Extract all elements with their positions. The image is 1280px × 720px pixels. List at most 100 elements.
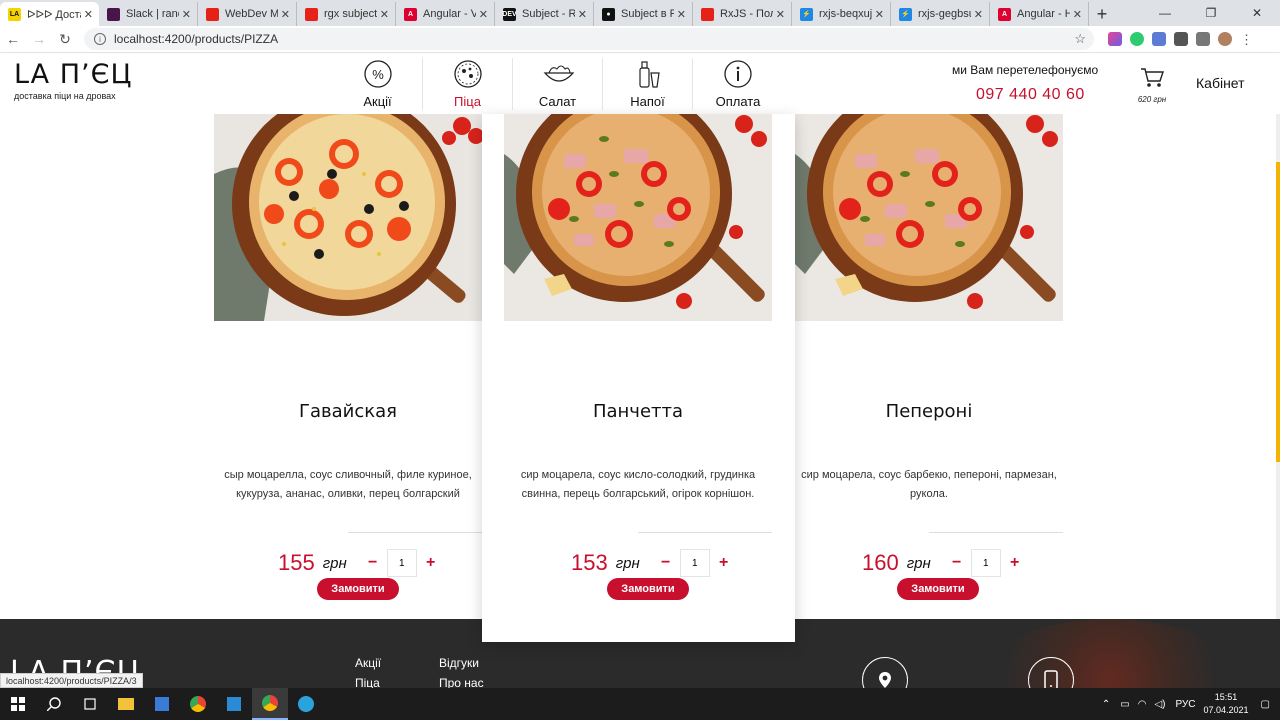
menu-item-salad[interactable]: Салат: [513, 58, 603, 110]
menu-item-payment[interactable]: Оплата: [693, 58, 783, 110]
clock-date: 07.04.2021: [1203, 705, 1249, 715]
close-tab-icon[interactable]: ✕: [974, 8, 983, 21]
restore-icon[interactable]: ❐: [1188, 0, 1234, 26]
footer-link[interactable]: Відгуки: [439, 656, 523, 670]
quantity-input[interactable]: [970, 549, 1001, 577]
browser-tab[interactable]: RxJS - Полн✕: [693, 2, 792, 26]
address-bar[interactable]: i localhost:4200/products/PIZZA ☆: [84, 28, 1094, 50]
scrollbar-thumb[interactable]: [1276, 162, 1280, 462]
notifications-icon[interactable]: ▢: [1261, 699, 1270, 710]
menu-label: Напої: [630, 94, 665, 109]
close-tab-icon[interactable]: ✕: [776, 8, 785, 21]
close-tab-icon[interactable]: ✕: [1073, 8, 1082, 21]
browser-tab[interactable]: A Angular - Ha✕: [990, 2, 1089, 26]
tab-title: WebDev MV: [225, 8, 278, 20]
site-info-icon[interactable]: i: [94, 33, 106, 45]
minimize-icon[interactable]: —: [1142, 0, 1188, 26]
close-tab-icon[interactable]: ✕: [281, 8, 290, 21]
price-row: 153 грн − +: [571, 549, 734, 577]
menu-item-drinks[interactable]: Напої: [603, 58, 693, 110]
product-photo[interactable]: [795, 114, 1063, 321]
chrome-icon[interactable]: [180, 688, 216, 720]
footer-background-image: [980, 619, 1240, 688]
browser-tab[interactable]: WebDev MV✕: [198, 2, 297, 26]
page-scrollbar[interactable]: [1276, 114, 1280, 619]
close-tab-icon[interactable]: ✕: [380, 8, 389, 21]
puzzle-icon[interactable]: [1174, 32, 1188, 46]
tab-title: Angular - Va: [423, 8, 476, 20]
menu-item-promo[interactable]: % Акції: [333, 58, 423, 110]
clock[interactable]: 15:51 07.04.2021: [1204, 691, 1249, 717]
telegram-icon[interactable]: [288, 688, 324, 720]
increase-qty-button[interactable]: +: [1005, 554, 1025, 572]
tray-chevron-icon[interactable]: ⌃: [1102, 699, 1110, 710]
close-tab-icon[interactable]: ✕: [479, 8, 488, 21]
close-tab-icon[interactable]: ✕: [677, 8, 686, 21]
quantity-input[interactable]: [679, 549, 710, 577]
new-tab-button[interactable]: +: [1089, 2, 1115, 26]
menu-item-pizza[interactable]: Піца: [423, 58, 513, 110]
site-logo[interactable]: LA П’ЄЦ доставка піци на дровах: [14, 59, 133, 102]
decrease-qty-button[interactable]: −: [363, 554, 383, 572]
browser-tab-strip: LAᐅᐅᐅ Достав✕Slack | rando✕WebDev MV✕rgx…: [0, 0, 1280, 26]
browser-tab[interactable]: rgx subject A✕: [297, 2, 396, 26]
reload-icon[interactable]: ↻: [52, 26, 78, 52]
task-view-icon[interactable]: [72, 688, 108, 720]
file-explorer-icon[interactable]: [108, 688, 144, 720]
bookmark-star-icon[interactable]: ☆: [1074, 31, 1086, 47]
checkbox-extension-icon[interactable]: [1152, 32, 1166, 46]
logo-text: LA П’ЄЦ: [14, 59, 133, 90]
close-tab-icon[interactable]: ✕: [84, 8, 93, 21]
increase-qty-button[interactable]: +: [421, 554, 441, 572]
pizza-icon: [452, 58, 484, 90]
browser-tab[interactable]: A Angular - Va✕: [396, 2, 495, 26]
battery-icon[interactable]: ▭: [1120, 699, 1129, 710]
increase-qty-button[interactable]: +: [714, 554, 734, 572]
vscode-icon[interactable]: [216, 688, 252, 720]
order-button[interactable]: Замовити: [317, 578, 399, 600]
search-icon[interactable]: [36, 688, 72, 720]
decrease-qty-button[interactable]: −: [947, 554, 967, 572]
footer-link[interactable]: Про нас: [439, 676, 523, 688]
order-button[interactable]: Замовити: [607, 578, 689, 600]
store-icon[interactable]: [144, 688, 180, 720]
browser-tab[interactable]: Slack | rando✕: [99, 2, 198, 26]
footer-link[interactable]: Акції: [355, 656, 439, 670]
footer-link[interactable]: Піца: [355, 676, 439, 688]
product-card-hovered: Панчетта сир моцарела, соус кисло-солодк…: [482, 114, 795, 642]
browser-tab[interactable]: DEV Subject - Rx✕: [495, 2, 594, 26]
reading-list-icon[interactable]: [1196, 32, 1210, 46]
browser-tab[interactable]: LA ᐅᐅᐅ Достав✕: [0, 2, 99, 26]
price-row: 160 грн − +: [862, 549, 1025, 577]
network-icon[interactable]: ◠: [1138, 699, 1147, 710]
language-indicator[interactable]: РУС: [1175, 699, 1195, 710]
close-tab-icon[interactable]: ✕: [875, 8, 884, 21]
quantity-input[interactable]: [386, 549, 417, 577]
close-tab-icon[interactable]: ✕: [182, 8, 191, 21]
location-icon[interactable]: [862, 657, 908, 688]
order-button[interactable]: Замовити: [897, 578, 979, 600]
description-line: сыр моцарелла, соус сливочный, филе кури…: [224, 469, 472, 481]
browser-tab[interactable]: ● Subject в Rx✕: [594, 2, 693, 26]
back-icon[interactable]: ←: [0, 26, 26, 52]
volume-icon[interactable]: ◁): [1154, 699, 1165, 710]
tab-favicon-icon: DEV: [502, 7, 517, 21]
tab-favicon-icon: A: [998, 7, 1011, 21]
shield-extension-icon[interactable]: [1130, 32, 1144, 46]
browser-tab[interactable]: ⚡ rxjs-gegbsu ✕: [891, 2, 990, 26]
close-window-icon[interactable]: ✕: [1234, 0, 1280, 26]
cart-button[interactable]: 620 грн: [1134, 66, 1170, 104]
product-photo[interactable]: [214, 114, 482, 321]
extension-icon[interactable]: [1108, 32, 1122, 46]
profile-avatar[interactable]: [1218, 32, 1232, 46]
chrome-active-icon[interactable]: [252, 688, 288, 720]
close-tab-icon[interactable]: ✕: [578, 8, 587, 21]
browser-tab[interactable]: ⚡ rxjs-beqxuj ✕: [792, 2, 891, 26]
forward-icon[interactable]: →: [26, 26, 52, 52]
phone-number[interactable]: 097 440 40 60: [976, 86, 1085, 104]
cabinet-link[interactable]: Кабінет: [1196, 75, 1245, 91]
product-photo[interactable]: [504, 114, 772, 321]
kebab-menu-icon[interactable]: ⋮: [1240, 32, 1253, 47]
decrease-qty-button[interactable]: −: [656, 554, 676, 572]
windows-start-icon[interactable]: [0, 688, 36, 720]
